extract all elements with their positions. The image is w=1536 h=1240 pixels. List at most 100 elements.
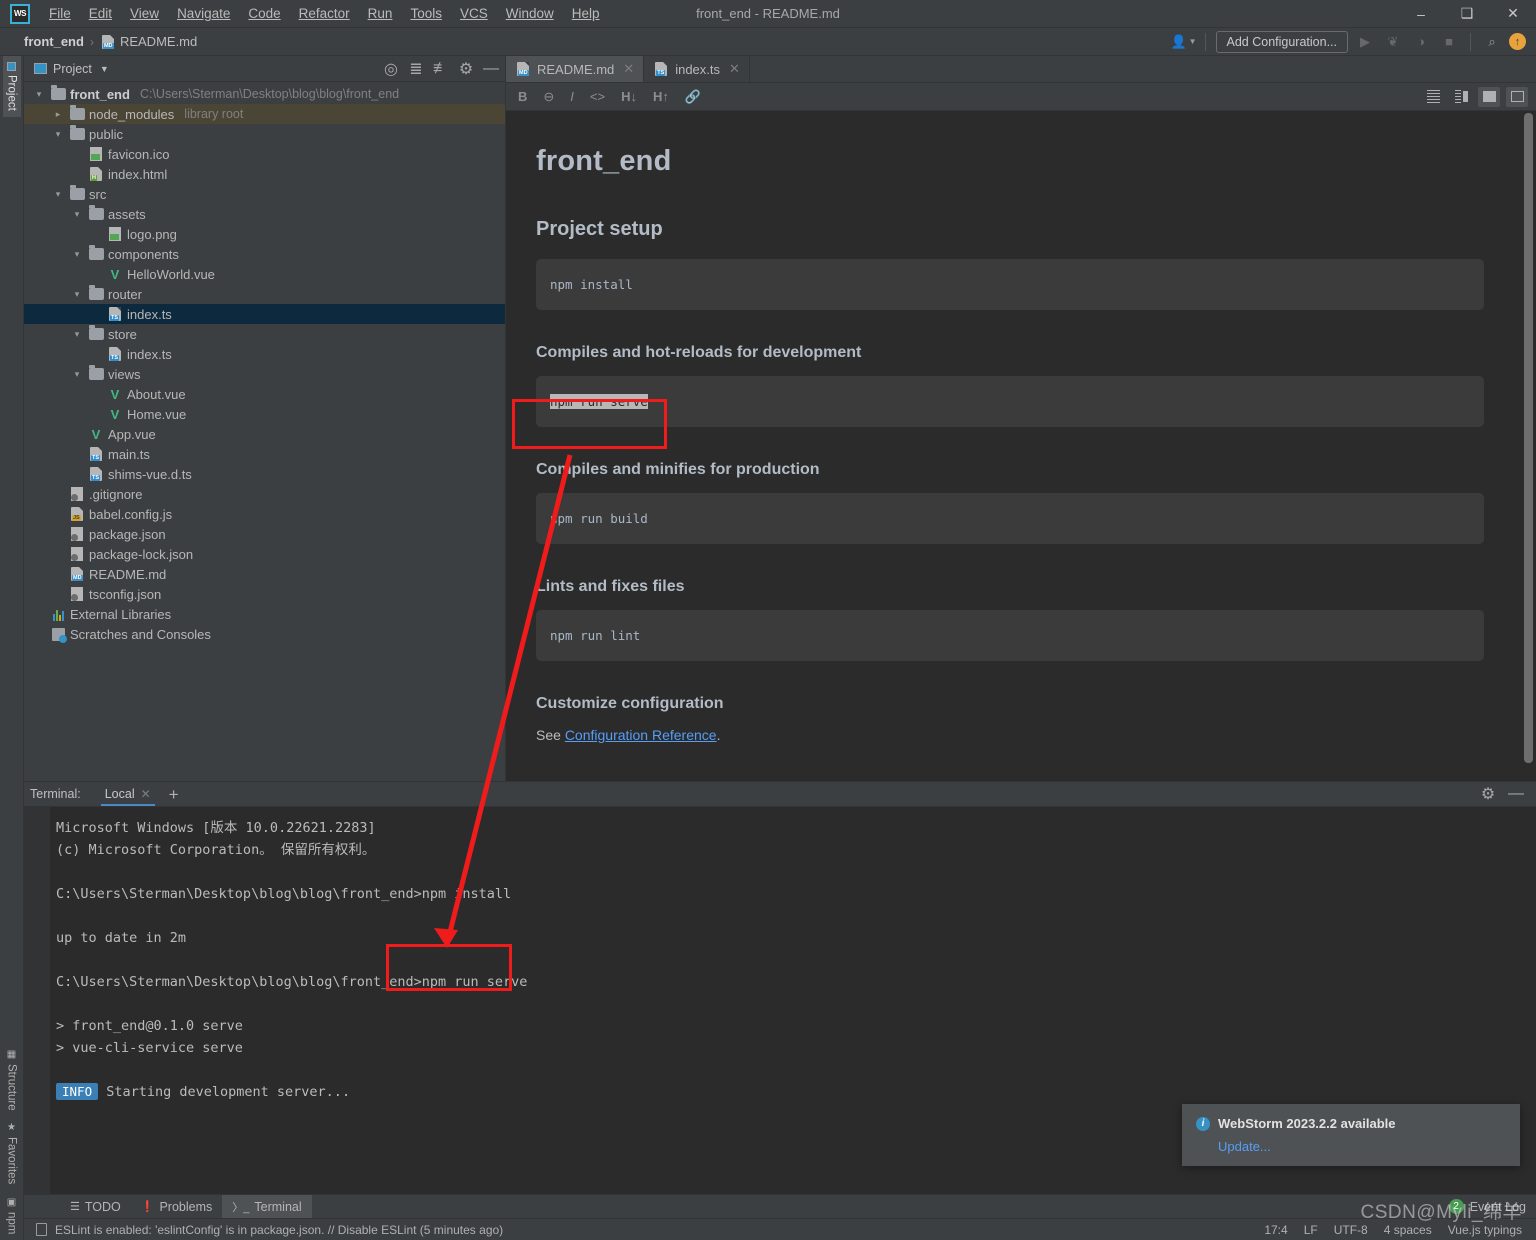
menu-item-code[interactable]: Code: [239, 2, 289, 25]
chevron-down-icon[interactable]: ▾: [32, 89, 46, 100]
configuration-reference-link[interactable]: Configuration Reference: [565, 727, 717, 743]
menu-item-help[interactable]: Help: [563, 2, 609, 25]
tree-row-babel-config-js[interactable]: JS babel.config.js: [24, 504, 505, 524]
tree-row-external-libraries[interactable]: External Libraries: [24, 604, 505, 624]
breadcrumb-project[interactable]: front_end: [24, 34, 84, 49]
select-opened-file-icon[interactable]: ◎: [383, 61, 399, 78]
view-mode-preview-only-icon[interactable]: [1478, 86, 1500, 107]
menu-item-vcs[interactable]: VCS: [451, 2, 497, 25]
tree-row-about-vue[interactable]: V About.vue: [24, 384, 505, 404]
user-account-icon[interactable]: 👤 ▼: [1170, 31, 1196, 53]
tree-row-public[interactable]: ▾ public: [24, 124, 505, 144]
minimize-button[interactable]: –: [1398, 0, 1444, 28]
tree-row-index-ts[interactable]: TS index.ts: [24, 304, 505, 324]
tab-readme-md[interactable]: MD README.md ✕: [506, 56, 645, 82]
line-separator[interactable]: LF: [1304, 1223, 1318, 1237]
run-with-coverage-icon[interactable]: ◑: [1410, 31, 1432, 53]
bottom-tab-terminal[interactable]: 〉_ Terminal: [222, 1195, 312, 1218]
link-icon[interactable]: 🔗: [685, 89, 701, 105]
tree-row-store[interactable]: ▾ store: [24, 324, 505, 344]
gear-icon[interactable]: ⚙: [458, 61, 474, 78]
tree-row-readme-md[interactable]: MD README.md: [24, 564, 505, 584]
heading-up-icon[interactable]: H↑: [653, 89, 669, 104]
code-icon[interactable]: <>: [590, 89, 605, 104]
tree-row-node-modules[interactable]: ▸ node_modules library root: [24, 104, 505, 124]
chevron-down-icon[interactable]: ▾: [70, 369, 84, 380]
breadcrumb-file[interactable]: README.md: [120, 34, 197, 49]
tree-row-front-end[interactable]: ▾ front_end C:\Users\Sterman\Desktop\blog\…: [24, 84, 505, 104]
menu-item-view[interactable]: View: [121, 2, 168, 25]
run-icon[interactable]: ▶: [1354, 31, 1376, 53]
tree-row-logo-png[interactable]: logo.png: [24, 224, 505, 244]
tree-row-views[interactable]: ▾ views: [24, 364, 505, 384]
sidebar-item-favorites[interactable]: ★ Favorites: [3, 1116, 21, 1190]
sidebar-item-npm[interactable]: ▣ npm: [3, 1191, 21, 1240]
search-everywhere-icon[interactable]: ⌕: [1481, 31, 1503, 53]
tree-row-tsconfig-json[interactable]: tsconfig.json: [24, 584, 505, 604]
tree-row-package-json[interactable]: package.json: [24, 524, 505, 544]
menu-item-refactor[interactable]: Refactor: [290, 2, 359, 25]
view-mode-split-icon[interactable]: [1450, 87, 1472, 107]
close-button[interactable]: ✕: [1490, 0, 1536, 28]
tree-row-shims-vue-d-ts[interactable]: TS shims-vue.d.ts: [24, 464, 505, 484]
strikethrough-icon[interactable]: ⊖: [543, 89, 554, 105]
code-block-npm-run-build[interactable]: npm run build: [536, 493, 1484, 544]
gear-icon[interactable]: ⚙: [1480, 786, 1496, 803]
close-icon[interactable]: ✕: [141, 787, 151, 801]
sidebar-item-structure[interactable]: ▦ Structure: [3, 1043, 21, 1117]
chevron-down-icon[interactable]: ▾: [70, 329, 84, 340]
heading-down-icon[interactable]: H↓: [621, 89, 637, 104]
menu-item-edit[interactable]: Edit: [80, 2, 121, 25]
collapse-all-icon[interactable]: ≢: [433, 60, 449, 77]
tree-row-helloworld-vue[interactable]: V HelloWorld.vue: [24, 264, 505, 284]
close-icon[interactable]: ✕: [623, 61, 634, 77]
chevron-down-icon[interactable]: ▾: [70, 289, 84, 300]
new-terminal-button[interactable]: +: [159, 786, 189, 803]
preview-scrollbar[interactable]: [1524, 113, 1533, 763]
notification-update-link[interactable]: Update...: [1218, 1139, 1506, 1154]
chevron-right-icon[interactable]: ▸: [51, 109, 65, 120]
file-encoding[interactable]: UTF-8: [1334, 1223, 1368, 1237]
event-log-group[interactable]: 2 Event Log: [1448, 1195, 1536, 1218]
expand-all-icon[interactable]: ≣: [408, 61, 424, 78]
italic-icon[interactable]: I: [570, 89, 574, 104]
markdown-preview[interactable]: front_end Project setup npm install Comp…: [506, 111, 1536, 781]
tab-index-ts[interactable]: TS index.ts ✕: [644, 56, 750, 82]
chevron-down-icon[interactable]: ▾: [51, 129, 65, 140]
stop-icon[interactable]: ■: [1438, 31, 1460, 53]
tree-row-favicon-ico[interactable]: favicon.ico: [24, 144, 505, 164]
indent-setting[interactable]: 4 spaces: [1384, 1223, 1432, 1237]
cursor-position[interactable]: 17:4: [1264, 1223, 1287, 1237]
code-block-npm-install[interactable]: npm install: [536, 259, 1484, 310]
chevron-down-icon[interactable]: ▾: [70, 209, 84, 220]
add-configuration-button[interactable]: Add Configuration...: [1215, 30, 1348, 53]
menu-item-run[interactable]: Run: [359, 2, 402, 25]
toggle-split-orientation-icon[interactable]: [1506, 86, 1528, 107]
tree-row-index-html[interactable]: Hindex.html: [24, 164, 505, 184]
chevron-down-icon[interactable]: ▾: [70, 249, 84, 260]
code-block-npm-run-serve[interactable]: npm run serve: [536, 376, 1484, 427]
tree-row--gitignore[interactable]: .gitignore: [24, 484, 505, 504]
debug-icon[interactable]: ❦: [1382, 31, 1404, 53]
menu-item-file[interactable]: File: [40, 2, 80, 25]
status-message[interactable]: ESLint is enabled: 'eslintConfig' is in …: [55, 1223, 503, 1237]
tree-row-components[interactable]: ▾ components: [24, 244, 505, 264]
tree-row-router[interactable]: ▾ router: [24, 284, 505, 304]
maximize-button[interactable]: ❑: [1444, 0, 1490, 28]
update-available-icon[interactable]: ↑: [1509, 33, 1526, 50]
menu-item-window[interactable]: Window: [497, 2, 563, 25]
project-panel-title-group[interactable]: Project ▼: [34, 62, 109, 76]
menu-item-tools[interactable]: Tools: [401, 2, 451, 25]
bold-icon[interactable]: B: [518, 89, 527, 104]
hide-panel-icon[interactable]: —: [483, 60, 499, 77]
code-block-npm-run-lint[interactable]: npm run lint: [536, 610, 1484, 661]
menu-item-navigate[interactable]: Navigate: [168, 2, 239, 25]
tree-row-package-lock-json[interactable]: package-lock.json: [24, 544, 505, 564]
tree-row-src[interactable]: ▾ src: [24, 184, 505, 204]
tree-row-assets[interactable]: ▾ assets: [24, 204, 505, 224]
bottom-tab-todo[interactable]: ☰ TODO: [60, 1195, 131, 1218]
bottom-tab-problems[interactable]: ❗ Problems: [131, 1195, 223, 1218]
tree-row-main-ts[interactable]: TS main.ts: [24, 444, 505, 464]
chevron-down-icon[interactable]: ▼: [100, 64, 109, 74]
notification-popup[interactable]: i WebStorm 2023.2.2 available Update...: [1182, 1104, 1520, 1166]
